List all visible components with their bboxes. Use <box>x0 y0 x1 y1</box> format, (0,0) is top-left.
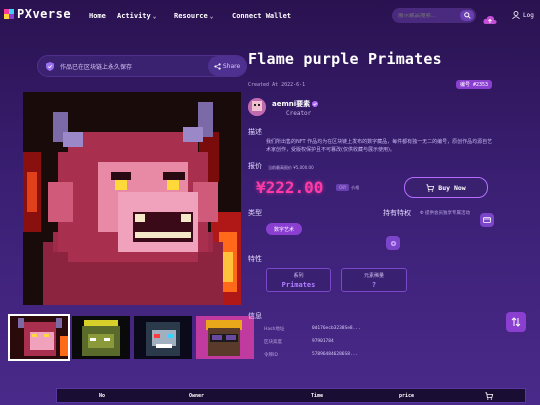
creator-name: aemni要素 <box>272 100 311 108</box>
share-label: Share <box>222 62 241 70</box>
search-button[interactable] <box>460 10 474 21</box>
info-row-block: 区块高度 97901784 <box>264 339 334 345</box>
attribute-card-series: 系列 Primates <box>266 268 331 292</box>
price-unit: CNY 价格 <box>336 184 359 191</box>
info-label: 信息 <box>248 312 262 320</box>
search-box <box>392 8 476 23</box>
sort-button[interactable] <box>506 312 526 332</box>
attribute-value: Primates <box>281 280 316 289</box>
cart-icon <box>485 392 493 400</box>
column-owner: Owner <box>189 393 205 399</box>
created-date: Created At 2022-6-1 <box>248 82 306 88</box>
info-key: 令牌ID <box>264 353 278 358</box>
thumbnail-strip <box>8 314 254 361</box>
nft-artwork-image <box>23 92 241 305</box>
logo-icon <box>4 9 14 19</box>
avatar <box>248 98 266 116</box>
attributes-label: 特性 <box>248 255 262 263</box>
user-icon <box>512 11 520 19</box>
info-key: 区块高度 <box>264 340 282 345</box>
login-label: Log <box>523 11 534 19</box>
perk-label: 持有特权 <box>383 209 411 217</box>
info-row-token: 令牌ID 578964846286S8... <box>264 352 358 358</box>
search-input[interactable] <box>398 12 460 19</box>
attribute-value: ? <box>371 280 377 289</box>
description-label: 描述 <box>248 128 262 136</box>
type-chip[interactable]: 数字艺术 <box>266 223 302 235</box>
nav-home[interactable]: Home <box>89 12 106 20</box>
cloud-upload-icon[interactable] <box>483 10 497 29</box>
info-value[interactable]: 0d176ecb3238Se8... <box>312 326 361 332</box>
info-value: 97901784 <box>312 339 334 344</box>
column-time: Time <box>311 393 324 399</box>
perk-note: Φ 提供会员独享专属活动 <box>420 211 470 216</box>
chevron-down-icon: ⌄ <box>152 12 157 20</box>
description-text: 我们所出售的NFT 作品均为在区块链上发布的数字藏品，每件都有独一无二的编号，原… <box>266 139 493 153</box>
type-label: 类型 <box>248 209 262 217</box>
search-icon <box>463 12 471 19</box>
buy-now-label: Buy Now <box>438 183 466 192</box>
price-label: 报价 <box>248 162 262 170</box>
nav-connect-wallet-label: Connect Wallet <box>232 12 292 20</box>
price-note: 当前最高报价 ¥5,000.00 <box>268 165 314 170</box>
nav-resource-label: Resource <box>174 12 208 20</box>
attribute-key: 系列 <box>293 272 304 279</box>
thumbnail-4[interactable] <box>196 316 254 359</box>
nav-resource[interactable]: Resource ⌄ <box>174 12 213 20</box>
thumbnail-3[interactable] <box>134 316 192 359</box>
creator-block[interactable]: aemni要素 Creator <box>248 98 319 117</box>
chevron-down-icon: ⌄ <box>209 12 214 20</box>
logo[interactable]: PXverse <box>4 7 71 21</box>
verified-icon <box>312 101 319 107</box>
cart-icon <box>426 183 435 192</box>
price-value: ¥222.00 <box>256 178 324 197</box>
history-table-header: No Owner Time price <box>56 388 526 403</box>
info-value: 578964846286S8... <box>312 352 359 357</box>
buy-now-button[interactable]: Buy Now <box>404 177 488 198</box>
thumbnail-2[interactable] <box>72 316 130 359</box>
perk-badge-icon[interactable] <box>386 236 400 250</box>
nav-connect-wallet[interactable]: Connect Wallet <box>232 12 291 20</box>
logo-text: PXverse <box>17 7 72 21</box>
info-row-hash: Hash地址 0d176ecb3238Se8... <box>264 326 361 332</box>
nav-home-label: Home <box>89 12 106 20</box>
creator-role: Creator <box>286 110 312 117</box>
share-icon <box>214 62 221 70</box>
attribute-key: 元素稀量 <box>363 272 384 279</box>
perk-card-icon[interactable] <box>480 213 494 227</box>
share-button[interactable]: Share <box>208 56 246 76</box>
column-price: price <box>399 393 415 399</box>
currency-chip: CNY <box>336 184 350 191</box>
login-link[interactable]: Log <box>512 11 534 19</box>
page-title: Flame purple Primates <box>248 50 442 68</box>
collect-bar: 作品已在区块链上永久保存 Share <box>37 55 247 77</box>
column-no: No <box>99 393 106 399</box>
collect-text: 作品已在区块链上永久保存 <box>60 63 133 71</box>
top-nav-bar: PXverse Home Activity ⌄ Resource ⌄ Connect… <box>0 0 540 34</box>
info-key: Hash地址 <box>264 327 285 332</box>
thumbnail-1[interactable] <box>8 314 70 361</box>
token-id-badge: 编号 #2353 <box>456 80 493 89</box>
price-suffix: 价格 <box>351 184 360 190</box>
nav-activity[interactable]: Activity ⌄ <box>117 12 156 20</box>
attribute-card-rarity: 元素稀量 ? <box>341 268 407 292</box>
nav-activity-label: Activity <box>117 12 151 20</box>
shield-icon <box>46 61 54 71</box>
sort-icon <box>511 317 521 327</box>
